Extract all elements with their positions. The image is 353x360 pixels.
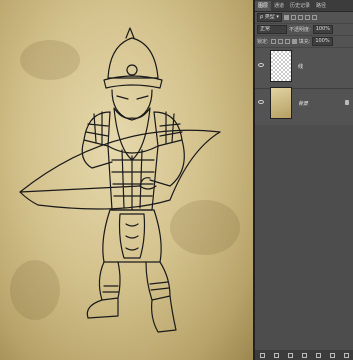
fx-icon[interactable] [273, 352, 279, 358]
layers-bottom-bar [255, 350, 353, 360]
visibility-eye-icon[interactable] [258, 100, 264, 104]
document-canvas[interactable] [0, 0, 253, 360]
lock-brush-icon[interactable] [277, 39, 283, 44]
lock-label: 锁定: [257, 39, 269, 45]
filter-row: ρ 类型 ▾ [255, 12, 353, 24]
tab-channels[interactable]: 通道 [271, 1, 287, 11]
layers-empty-area [255, 125, 353, 350]
kind-filter-label: 类型 [264, 14, 275, 20]
hand-right [139, 177, 157, 190]
bow-string [19, 185, 141, 193]
lock-icon [345, 100, 349, 105]
smart-filter-icon[interactable] [311, 15, 317, 20]
bow [19, 129, 221, 210]
shape-filter-icon[interactable] [304, 15, 310, 20]
layer-name[interactable]: 背景 [298, 100, 308, 107]
shoulder-grid-l [85, 111, 109, 145]
opacity-input[interactable]: 100% [312, 25, 333, 34]
trash-icon[interactable] [343, 352, 349, 358]
panel-tabs: 图层 通道 历史记录 路径 [255, 0, 353, 12]
helmet-gem [126, 64, 138, 76]
left-shoulder [83, 111, 111, 147]
right-shoulder [153, 111, 183, 147]
blend-mode-select[interactable]: 正常 [257, 25, 287, 34]
fill-label: 填充: [298, 39, 311, 45]
skirt-pattern [125, 223, 139, 251]
blend-row: 正常 不透明度: 100% [255, 24, 353, 36]
type-filter-icon[interactable] [297, 15, 303, 20]
lock-all-icon[interactable] [291, 39, 297, 44]
tab-paths[interactable]: 路径 [313, 1, 329, 11]
adjust-filter-icon[interactable] [290, 15, 296, 20]
skirt [102, 209, 162, 263]
left-boot [86, 297, 119, 319]
left-leg [98, 261, 121, 301]
right-leg [145, 261, 171, 301]
brows [116, 95, 149, 100]
pixel-filter-icon[interactable] [283, 15, 289, 20]
right-boot [151, 295, 177, 333]
lock-move-icon[interactable] [284, 39, 290, 44]
left-greave [102, 285, 119, 293]
layer-name[interactable]: 线 [298, 63, 303, 70]
tab-history[interactable]: 历史记录 [287, 1, 313, 11]
layer-thumbnail [270, 50, 292, 82]
helmet [107, 37, 159, 79]
group-icon[interactable] [315, 352, 321, 358]
adjustment-icon[interactable] [301, 352, 307, 358]
face [111, 89, 153, 121]
kind-filter-select[interactable]: ρ 类型 ▾ [257, 13, 282, 22]
warrior-line-art [19, 27, 221, 333]
helmet-plume [125, 27, 135, 39]
layer-row-background[interactable]: 背景 [255, 82, 353, 126]
link-icon[interactable] [259, 352, 265, 358]
lock-transparent-icon[interactable] [270, 39, 276, 44]
layers-panel: 图层 通道 历史记录 路径 ρ 类型 ▾ 正常 不透明度: 100% 锁定: 填… [255, 0, 353, 360]
visibility-eye-icon[interactable] [258, 63, 264, 67]
tab-layers[interactable]: 图层 [255, 1, 272, 11]
right-greave [149, 281, 170, 291]
mask-icon[interactable] [287, 352, 293, 358]
opacity-label: 不透明度: [289, 27, 311, 33]
new-layer-icon[interactable] [329, 352, 335, 358]
skirt-panel [118, 213, 146, 259]
layer-thumbnail [270, 87, 292, 119]
